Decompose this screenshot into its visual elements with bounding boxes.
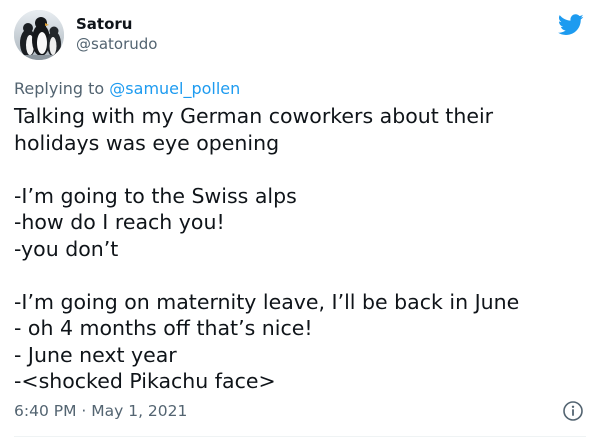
tweet-header: Satoru @satorudo (14, 10, 586, 62)
tweet-line: holidays was eye opening (14, 130, 280, 155)
author-display-name[interactable]: Satoru (76, 14, 157, 34)
divider (14, 436, 586, 437)
tweet-line: - June next year (14, 342, 177, 367)
penguins-avatar-icon (14, 10, 64, 60)
info-icon[interactable] (562, 400, 584, 422)
tweet-card: Satoru @satorudo Replying to @samuel_pol… (0, 0, 600, 443)
replying-to-prefix: Replying to (14, 79, 110, 98)
reply-handle-link[interactable]: @samuel_pollen (109, 79, 240, 98)
tweet-line: -<shocked Pikachu face> (14, 369, 276, 393)
tweet-line: -you don’t (14, 236, 119, 261)
tweet-line: -I’m going to the Swiss alps (14, 183, 297, 208)
tweet-line: -I’m going on maternity leave, I’ll be b… (14, 289, 520, 314)
tweet-line: Talking with my German coworkers about t… (14, 104, 494, 128)
tweet-footer: 6:40 PM · May 1, 2021 (14, 400, 586, 422)
author-handle[interactable]: @satorudo (76, 34, 157, 54)
tweet-line: -how do I reach you! (14, 210, 225, 234)
author-names: Satoru @satorudo (76, 14, 157, 54)
replying-to: Replying to @samuel_pollen (14, 79, 240, 99)
tweet-line: - oh 4 months off that’s nice! (14, 316, 313, 340)
tweet-timestamp[interactable]: 6:40 PM · May 1, 2021 (14, 402, 187, 420)
avatar[interactable] (14, 10, 64, 60)
tweet-body: Talking with my German coworkers about t… (14, 103, 589, 395)
twitter-bird-icon[interactable] (558, 14, 584, 36)
